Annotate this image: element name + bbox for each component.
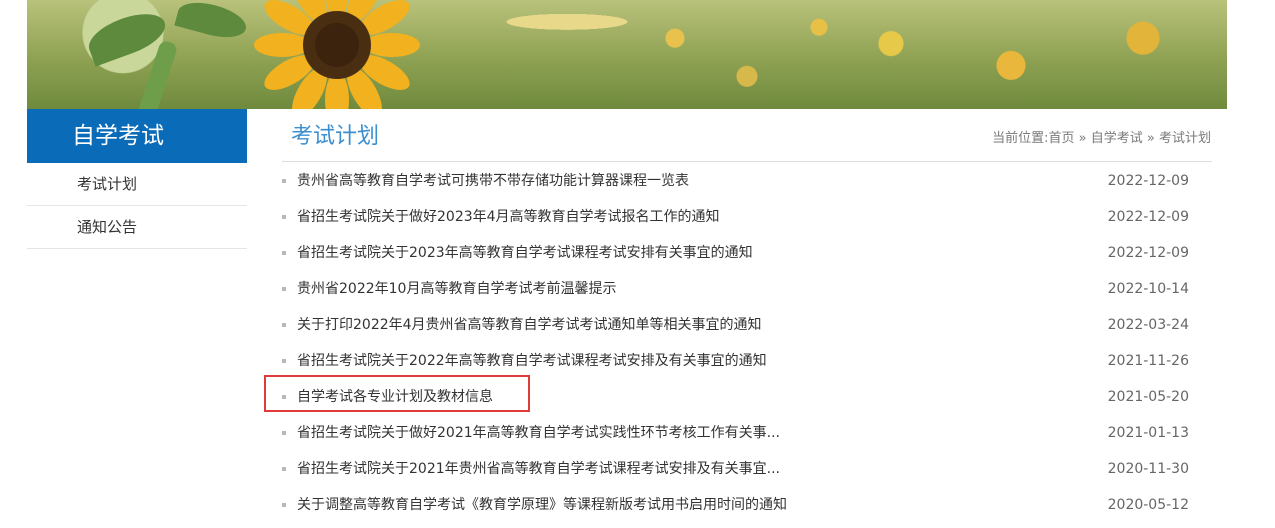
sidebar-title: 自学考试	[27, 109, 247, 163]
list-item: 省招生考试院关于2023年高等教育自学考试课程考试安排有关事宜的通知 2022-1…	[282, 235, 1212, 271]
article-link[interactable]: 贵州省2022年10月高等教育自学考试考前温馨提示	[297, 271, 616, 307]
article-link[interactable]: 省招生考试院关于2023年高等教育自学考试课程考试安排有关事宜的通知	[297, 235, 753, 271]
article-link[interactable]: 省招生考试院关于做好2023年4月高等教育自学考试报名工作的通知	[297, 199, 720, 235]
article-link[interactable]: 省招生考试院关于2022年高等教育自学考试课程考试安排及有关事宜的通知	[297, 343, 767, 379]
article-link[interactable]: 贵州省高等教育自学考试可携带不带存储功能计算器课程一览表	[297, 163, 689, 199]
article-list: 贵州省高等教育自学考试可携带不带存储功能计算器课程一览表 2022-12-09 省…	[282, 163, 1212, 523]
highlight-box	[264, 375, 530, 412]
article-date: 2020-11-30	[1107, 461, 1189, 477]
header-banner-image	[27, 0, 1227, 109]
sunflower-graphic	[254, 0, 420, 109]
breadcrumb-separator: »	[1078, 131, 1087, 146]
sidebar-item-notices[interactable]: 通知公告	[27, 206, 247, 249]
article-link[interactable]: 关于调整高等教育自学考试《教育学原理》等课程新版考试用书启用时间的通知	[297, 487, 787, 523]
sidebar-nav: 考试计划 通知公告	[27, 163, 247, 249]
article-date: 2020-05-12	[1107, 497, 1189, 513]
article-date: 2021-05-20	[1107, 389, 1189, 405]
bullet-icon	[282, 215, 286, 219]
bullet-icon	[282, 359, 286, 363]
breadcrumb-prefix: 当前位置:	[992, 131, 1049, 146]
breadcrumb-link-self-study[interactable]: 自学考试	[1091, 131, 1143, 146]
article-date: 2021-11-26	[1107, 353, 1189, 369]
leaf-graphic	[174, 0, 250, 44]
sidebar-item-exam-plan[interactable]: 考试计划	[27, 163, 247, 206]
list-item: 关于打印2022年4月贵州省高等教育自学考试考试通知单等相关事宜的通知 2022-…	[282, 307, 1212, 343]
list-item: 省招生考试院关于做好2021年高等教育自学考试实践性环节考核工作有关事... 20…	[282, 415, 1212, 451]
article-date: 2022-12-09	[1107, 173, 1189, 189]
bullet-icon	[282, 287, 286, 291]
list-item: 关于调整高等教育自学考试《教育学原理》等课程新版考试用书启用时间的通知 2020-…	[282, 487, 1212, 523]
list-item: 贵州省2022年10月高等教育自学考试考前温馨提示 2022-10-14	[282, 271, 1212, 307]
bullet-icon	[282, 323, 286, 327]
bullet-icon	[282, 467, 286, 471]
list-item: 省招生考试院关于2022年高等教育自学考试课程考试安排及有关事宜的通知 2021-…	[282, 343, 1212, 379]
bullet-icon	[282, 503, 286, 507]
article-link[interactable]: 省招生考试院关于做好2021年高等教育自学考试实践性环节考核工作有关事...	[297, 415, 780, 451]
breadcrumb-link-home[interactable]: 首页	[1048, 131, 1074, 146]
page-title: 考试计划	[291, 124, 380, 149]
breadcrumb: 当前位置:首页 » 自学考试 » 考试计划	[992, 127, 1211, 146]
breadcrumb-current: 考试计划	[1158, 131, 1211, 146]
article-link[interactable]: 关于打印2022年4月贵州省高等教育自学考试考试通知单等相关事宜的通知	[297, 307, 762, 343]
list-item: 省招生考试院关于2021年贵州省高等教育自学考试课程考试安排及有关事宜... 20…	[282, 451, 1212, 487]
list-item: 省招生考试院关于做好2023年4月高等教育自学考试报名工作的通知 2022-12-…	[282, 199, 1212, 235]
bullet-icon	[282, 179, 286, 183]
article-link[interactable]: 省招生考试院关于2021年贵州省高等教育自学考试课程考试安排及有关事宜...	[297, 451, 780, 487]
article-date: 2022-03-24	[1107, 317, 1189, 333]
article-date: 2021-01-13	[1107, 425, 1189, 441]
title-divider	[282, 161, 1212, 162]
list-item: 贵州省高等教育自学考试可携带不带存储功能计算器课程一览表 2022-12-09	[282, 163, 1212, 199]
article-date: 2022-12-09	[1107, 245, 1189, 261]
bullet-icon	[282, 251, 286, 255]
article-date: 2022-12-09	[1107, 209, 1189, 225]
article-date: 2022-10-14	[1107, 281, 1189, 297]
breadcrumb-separator: »	[1146, 131, 1155, 146]
bullet-icon	[282, 431, 286, 435]
